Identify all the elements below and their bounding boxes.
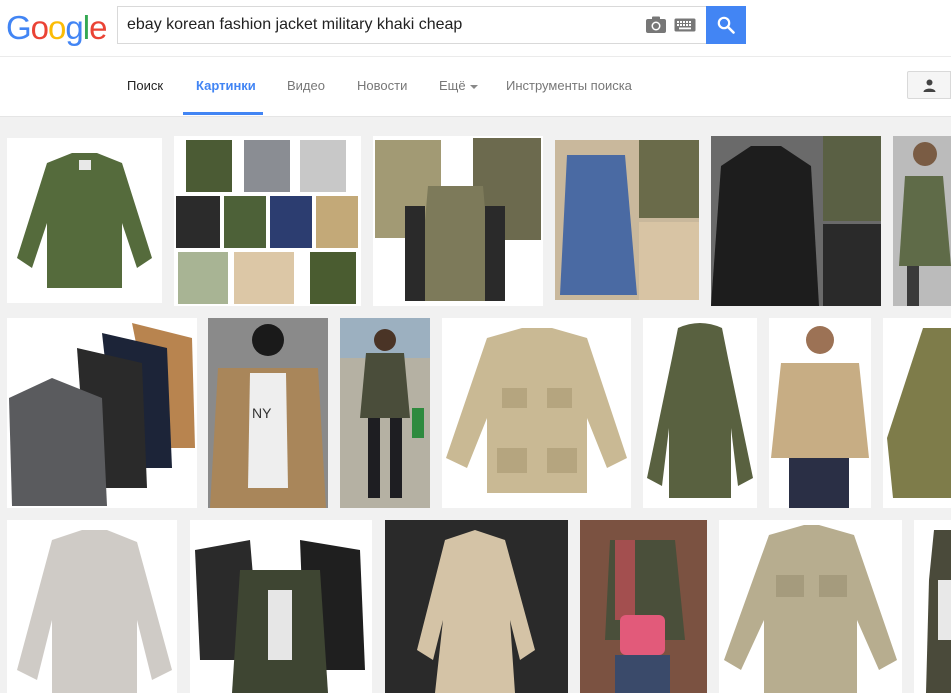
jacket-image — [914, 520, 951, 693]
logo-letter: o — [30, 9, 49, 46]
image-result[interactable] — [643, 318, 757, 508]
image-result[interactable] — [373, 136, 543, 306]
image-result[interactable] — [711, 136, 881, 306]
logo-letter: o — [48, 9, 66, 46]
tab-images[interactable]: Картинки — [196, 78, 256, 93]
jacket-image: NY — [208, 318, 328, 508]
chevron-down-icon — [469, 84, 478, 89]
coats-image — [7, 318, 197, 508]
jackets-image — [190, 520, 372, 693]
jacket-image — [442, 318, 631, 508]
logo-letter: g — [65, 9, 83, 46]
image-result[interactable] — [174, 136, 361, 306]
jacket-image — [893, 136, 951, 306]
tab-more-label: Ещё — [439, 78, 466, 93]
keyboard-icon[interactable] — [674, 18, 696, 32]
image-result[interactable] — [769, 318, 871, 508]
logo-letter: e — [89, 9, 107, 46]
street-fashion-image — [580, 520, 707, 693]
image-result[interactable] — [7, 318, 197, 508]
image-result[interactable] — [7, 138, 162, 303]
image-result[interactable] — [555, 140, 699, 300]
image-result[interactable] — [442, 318, 631, 508]
image-result[interactable] — [580, 520, 707, 693]
image-result[interactable] — [719, 520, 902, 693]
tab-more[interactable]: Ещё — [439, 78, 478, 93]
logo-letter: G — [6, 9, 32, 46]
top-bar: Google Поиск Картинки Видео Новости Ещё — [0, 0, 951, 117]
image-result[interactable] — [914, 520, 951, 693]
jacket-image — [385, 520, 568, 693]
jacket-image — [711, 136, 881, 306]
image-result[interactable] — [340, 318, 430, 508]
search-button[interactable] — [706, 6, 746, 44]
jacket-image — [7, 138, 162, 303]
active-tab-indicator — [183, 112, 263, 115]
image-result[interactable] — [7, 520, 177, 693]
google-logo[interactable]: Google — [6, 8, 107, 48]
tab-news[interactable]: Новости — [357, 78, 407, 93]
camera-icon[interactable] — [645, 16, 667, 34]
svg-text:NY: NY — [252, 405, 272, 421]
jacket-image — [373, 136, 543, 306]
header-divider — [0, 56, 951, 57]
image-result[interactable] — [190, 520, 372, 693]
tab-video[interactable]: Видео — [287, 78, 325, 93]
person-icon — [923, 79, 936, 92]
jacket-image — [7, 520, 177, 693]
search-box — [117, 6, 706, 44]
image-result[interactable]: NY — [208, 318, 328, 508]
jacket-image — [719, 520, 902, 693]
search-input[interactable] — [127, 7, 637, 43]
street-fashion-image — [340, 318, 430, 508]
jacket-image — [769, 318, 871, 508]
account-button[interactable] — [907, 71, 951, 99]
jacket-image — [555, 140, 699, 300]
tab-all[interactable]: Поиск — [127, 78, 163, 93]
jacket-image — [883, 318, 951, 508]
image-result[interactable] — [385, 520, 568, 693]
search-icon — [717, 16, 735, 34]
tab-search-tools[interactable]: Инструменты поиска — [506, 78, 632, 93]
image-result[interactable] — [893, 136, 951, 306]
image-result[interactable] — [883, 318, 951, 508]
jacket-grid-image — [174, 136, 361, 306]
jacket-image — [643, 318, 757, 508]
